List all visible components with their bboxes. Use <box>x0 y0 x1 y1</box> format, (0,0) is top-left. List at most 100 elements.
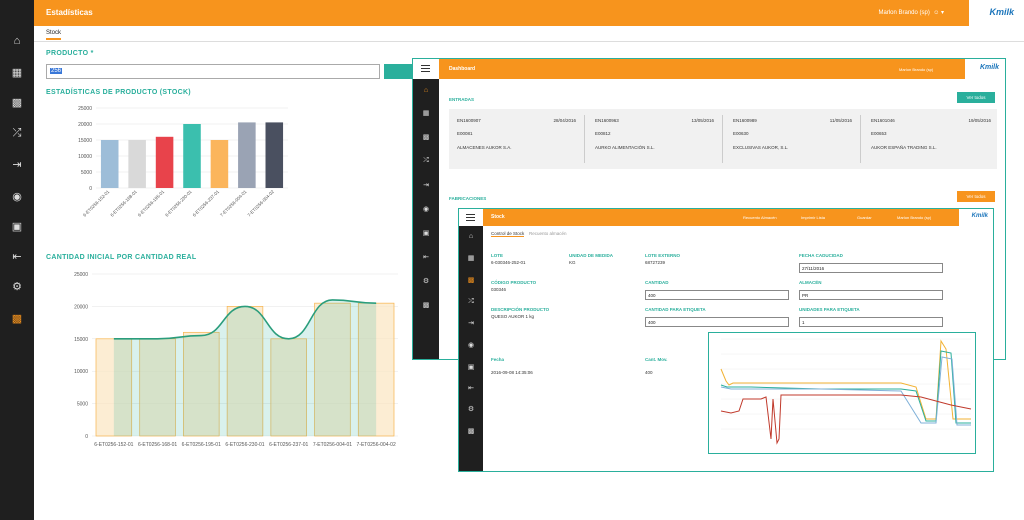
stock-user[interactable]: Marlon Brando (sp) <box>897 215 931 220</box>
boxes-icon[interactable]: ▩ <box>10 96 24 110</box>
x-tick-label: 6-ET0256-168-01 <box>109 189 138 218</box>
bar-chart-icon[interactable]: ▩ <box>10 312 24 326</box>
bar <box>155 136 174 188</box>
fecha-caducidad-field[interactable]: 27/11/2016 <box>799 263 943 273</box>
guardar-action[interactable]: Guardar <box>857 215 872 220</box>
bar-chart-icon[interactable]: ▩ <box>421 301 431 309</box>
cant-mov-column-header: Cant. Mov. <box>645 357 668 362</box>
ver-todos-entradas-button[interactable]: Ver todos <box>957 92 995 103</box>
y-tick-label: 20000 <box>78 122 92 128</box>
tab-control-stock[interactable]: Control de Stock <box>491 231 525 237</box>
unidades-etiqueta-label: UNIDADES PARA ETIQUETA <box>799 307 860 312</box>
entrada-date: 19/05/2016 <box>968 118 991 123</box>
tab-recuento-almacen[interactable]: Recuento almacén <box>529 231 567 236</box>
codigo-label: CÓDIGO PRODUCTO <box>491 280 537 285</box>
dashboard-user[interactable]: Marlon Brando (sp) <box>899 67 933 72</box>
save-icon[interactable]: ▣ <box>10 220 24 234</box>
product-input[interactable]: 256 <box>46 64 380 79</box>
shuffle-icon[interactable]: ⤮ <box>466 298 476 306</box>
cantidad-etiqueta-field[interactable]: 400 <box>645 317 789 327</box>
y-tick-label: 20000 <box>74 304 88 310</box>
gear-icon[interactable]: ⚙ <box>421 277 431 285</box>
y-tick-label: 5000 <box>77 402 88 408</box>
bag-icon[interactable]: ◉ <box>421 205 431 213</box>
sensor-line-chart <box>708 332 976 454</box>
stock-topbar: Stock Recuento Almacén Imprimir Lista Gu… <box>459 209 993 226</box>
y-tick-label: 15000 <box>74 337 88 343</box>
x-tick-label: 6-ET0256-195-01 <box>137 189 166 218</box>
stock-logo: Kmilk <box>971 213 988 219</box>
cantidad-field[interactable]: 400 <box>645 290 789 300</box>
bag-icon[interactable]: ◉ <box>466 341 476 349</box>
bar <box>183 124 201 188</box>
stock-logo-area: Kmilk <box>959 209 993 226</box>
entrada-card[interactable]: EN1600989 11/05/2016 E00630 EXCLUSIVAS A… <box>733 115 861 163</box>
box-icon[interactable]: ▦ <box>421 109 431 117</box>
entrada-ref: E00081 <box>457 131 473 136</box>
sign-out-icon[interactable]: ⇤ <box>10 250 24 264</box>
home-icon[interactable]: ⌂ <box>466 233 476 240</box>
boxes-icon[interactable]: ▩ <box>421 133 431 141</box>
unidad-label: UNIDAD DE MEDIDA <box>569 253 614 258</box>
unidad-value: KG <box>569 260 576 265</box>
stock-menu-button[interactable] <box>459 209 483 226</box>
imprimir-lista-action[interactable]: Imprimir Lista <box>801 215 825 220</box>
y-tick-label: 15000 <box>78 138 92 144</box>
entrada-ref: E00653 <box>871 131 887 136</box>
entrada-code: EN1600963 <box>595 118 619 123</box>
line-area <box>113 299 377 436</box>
unidades-etiqueta-field[interactable]: 1 <box>799 317 943 327</box>
sign-out-icon[interactable]: ⇤ <box>466 384 476 392</box>
home-icon[interactable]: ⌂ <box>421 87 431 94</box>
dashboard-logo: Kmilk <box>979 64 999 71</box>
box-icon[interactable]: ▦ <box>10 66 24 80</box>
box-icon[interactable]: ▦ <box>466 254 476 262</box>
gear-icon[interactable]: ⚙ <box>466 405 476 413</box>
recuento-almacen-action[interactable]: Recuento Almacén <box>743 215 777 220</box>
bag-icon[interactable]: ◉ <box>10 190 24 204</box>
home-icon[interactable]: ⌂ <box>10 34 24 48</box>
user-menu[interactable]: Marlon Brando (sp) ☺ ▾ <box>879 9 945 16</box>
bar <box>210 140 229 188</box>
x-tick-label: 6-ET0256-195-01 <box>182 442 221 448</box>
x-tick-label: 6-ET0256-152-01 <box>82 189 111 218</box>
top-bar <box>0 0 1024 26</box>
gear-icon[interactable]: ⚙ <box>10 280 24 294</box>
x-tick-label: 6-ET0256-230-01 <box>164 189 193 218</box>
lote-externo-label: LOTE EXTERNO <box>645 253 681 258</box>
cant-mov-value: 400 <box>645 370 653 375</box>
fecha-caducidad-label: FECHA CADUCIDAD <box>799 253 843 258</box>
y-tick-label: 0 <box>89 186 92 192</box>
bar <box>128 140 146 188</box>
chart2-title: CANTIDAD INICIAL POR CANTIDAD REAL <box>46 254 197 261</box>
lote-externo-value: 68727239 <box>645 260 666 265</box>
entrada-card[interactable]: EN1600963 13/05/2016 E00812 AURKO ALIMEN… <box>595 115 723 163</box>
bar <box>100 140 119 188</box>
tab-stock[interactable]: Stock <box>46 30 62 40</box>
bar <box>238 122 256 188</box>
product-label: PRODUCTO * <box>46 50 94 57</box>
bar-chart-icon[interactable]: ▩ <box>466 427 476 435</box>
almacen-select[interactable]: PR <box>799 290 943 300</box>
shuffle-icon[interactable]: ⤮ <box>10 126 24 140</box>
save-icon[interactable]: ▣ <box>421 229 431 237</box>
chart1-title: ESTADÍSTICAS DE PRODUCTO (STOCK) <box>46 89 191 96</box>
sign-in-icon[interactable]: ⇥ <box>10 158 24 172</box>
descripcion-label: DESCRIPCIÓN PRODUCTO <box>491 307 550 312</box>
ver-todos-fabricaciones-button[interactable]: Ver todos <box>957 191 995 202</box>
y-tick-label: 10000 <box>78 154 92 160</box>
dashboard-menu-button[interactable] <box>413 59 439 79</box>
y-tick-label: 25000 <box>78 106 92 112</box>
sign-in-icon[interactable]: ⇥ <box>421 181 431 189</box>
shuffle-icon[interactable]: ⤮ <box>421 157 431 165</box>
sign-in-icon[interactable]: ⇥ <box>466 319 476 327</box>
fecha-column-header: Fecha <box>491 357 505 362</box>
entrada-name: AURKO ALIMENTACIÓN S.L. <box>595 145 655 150</box>
save-icon[interactable]: ▣ <box>466 363 476 371</box>
x-tick-label: 6-ET0256-237-01 <box>269 442 308 448</box>
entrada-card[interactable]: EN1601046 19/05/2016 E00653 AUKOR ESPAÑA… <box>871 115 999 163</box>
entrada-card[interactable]: EN1600907 28/04/2016 E00081 ALMACENES AU… <box>457 115 585 163</box>
boxes-icon[interactable]: ▩ <box>466 276 476 284</box>
sign-out-icon[interactable]: ⇤ <box>421 253 431 261</box>
x-tick-label: 7-ET0256-004-02 <box>357 442 396 448</box>
